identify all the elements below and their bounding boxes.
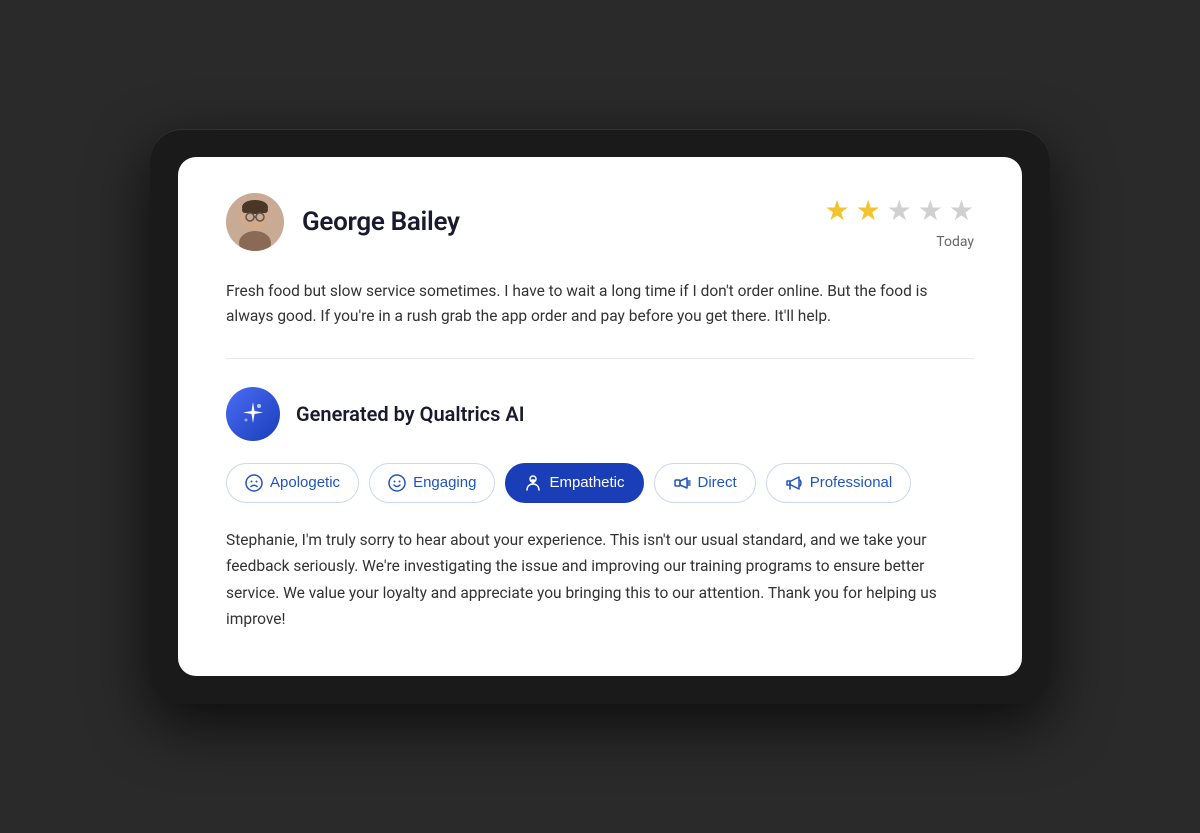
username: George Bailey <box>302 207 460 237</box>
tone-apologetic[interactable]: Apologetic <box>226 463 359 503</box>
star-2: ★ <box>856 194 881 227</box>
tone-professional[interactable]: Professional <box>766 463 912 503</box>
star-3: ★ <box>887 194 912 227</box>
star-1: ★ <box>824 194 849 227</box>
tone-direct[interactable]: Direct <box>654 463 756 503</box>
review-text: Fresh food but slow service sometimes. I… <box>226 279 974 330</box>
empathetic-icon <box>524 474 542 492</box>
avatar <box>226 193 284 251</box>
ai-header: Generated by Qualtrics AI <box>226 387 974 441</box>
rating-block: ★ ★ ★ ★ ★ Today <box>824 194 974 250</box>
tone-engaging[interactable]: Engaging <box>369 463 495 503</box>
ai-label: Generated by Qualtrics AI <box>296 402 524 426</box>
stars: ★ ★ ★ ★ ★ <box>824 194 974 227</box>
device-frame: George Bailey ★ ★ ★ ★ ★ Today Fresh food… <box>150 129 1050 705</box>
date-label: Today <box>936 234 974 250</box>
header-row: George Bailey ★ ★ ★ ★ ★ Today <box>226 193 974 251</box>
apologetic-icon <box>245 474 263 492</box>
direct-label: Direct <box>698 474 737 491</box>
professional-icon <box>785 474 803 492</box>
engaging-icon <box>388 474 406 492</box>
ai-icon <box>226 387 280 441</box>
apologetic-label: Apologetic <box>270 474 340 491</box>
engaging-label: Engaging <box>413 474 476 491</box>
star-5: ★ <box>949 194 974 227</box>
user-info: George Bailey <box>226 193 460 251</box>
tone-empathetic[interactable]: Empathetic <box>505 463 643 503</box>
empathetic-label: Empathetic <box>549 474 624 491</box>
ai-response-text: Stephanie, I'm truly sorry to hear about… <box>226 527 974 632</box>
star-4: ★ <box>918 194 943 227</box>
sparkle-icon <box>239 400 267 428</box>
direct-icon <box>673 474 691 492</box>
divider <box>226 358 974 359</box>
tone-buttons: Apologetic Engaging <box>226 463 974 503</box>
professional-label: Professional <box>810 474 893 491</box>
review-card: George Bailey ★ ★ ★ ★ ★ Today Fresh food… <box>178 157 1022 677</box>
